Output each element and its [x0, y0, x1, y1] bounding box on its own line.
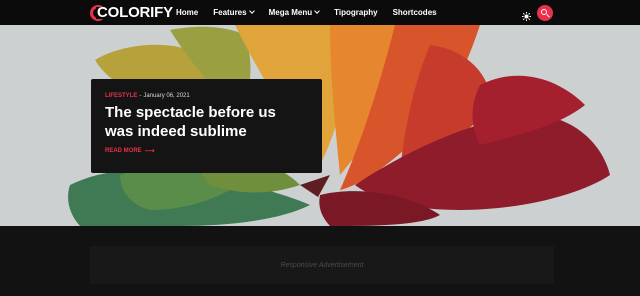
read-more-link[interactable]: READ MORE ⟶ — [105, 147, 308, 155]
featured-post-card[interactable]: LIFESTYLE - January 06, 2021 The spectac… — [91, 79, 322, 173]
read-more-label: READ MORE — [105, 148, 142, 154]
nav-label: Tipography — [334, 8, 378, 17]
site-header: COLORIFY Home Features Mega Menu Tipogra… — [0, 0, 640, 25]
advertisement-slot[interactable]: Responsive Advertisement — [90, 246, 554, 284]
nav-label: Features — [213, 8, 247, 17]
nav-item-shortcodes[interactable]: Shortcodes — [393, 8, 437, 17]
post-meta: LIFESTYLE - January 06, 2021 — [105, 93, 308, 99]
advertisement-label: Responsive Advertisement — [280, 261, 364, 269]
nav-label: Home — [176, 8, 199, 17]
nav-item-home[interactable]: Home — [176, 8, 198, 17]
post-category[interactable]: LIFESTYLE — [105, 93, 137, 99]
post-date: January 06, 2021 — [143, 93, 190, 99]
arrow-right-icon: ⟶ — [144, 148, 155, 155]
chevron-down-icon — [314, 8, 320, 14]
main-nav: Home Features Mega Menu Tipography Short… — [176, 0, 452, 25]
site-logo[interactable]: COLORIFY — [90, 3, 173, 22]
nav-item-tipography[interactable]: Tipography — [334, 8, 377, 17]
post-title[interactable]: The spectacle before us was indeed subli… — [105, 103, 308, 141]
main-content: Responsive Advertisement — [0, 226, 640, 296]
nav-item-features[interactable]: Features — [213, 8, 255, 17]
nav-item-mega-menu[interactable]: Mega Menu — [269, 8, 320, 17]
sun-icon[interactable] — [521, 8, 532, 22]
meta-separator: - — [139, 93, 142, 99]
logo-text: COLORIFY — [97, 4, 173, 21]
chevron-down-icon — [248, 8, 255, 14]
nav-label: Mega Menu — [268, 8, 313, 17]
nav-label: Shortcodes — [392, 8, 437, 17]
search-button[interactable] — [537, 5, 553, 21]
